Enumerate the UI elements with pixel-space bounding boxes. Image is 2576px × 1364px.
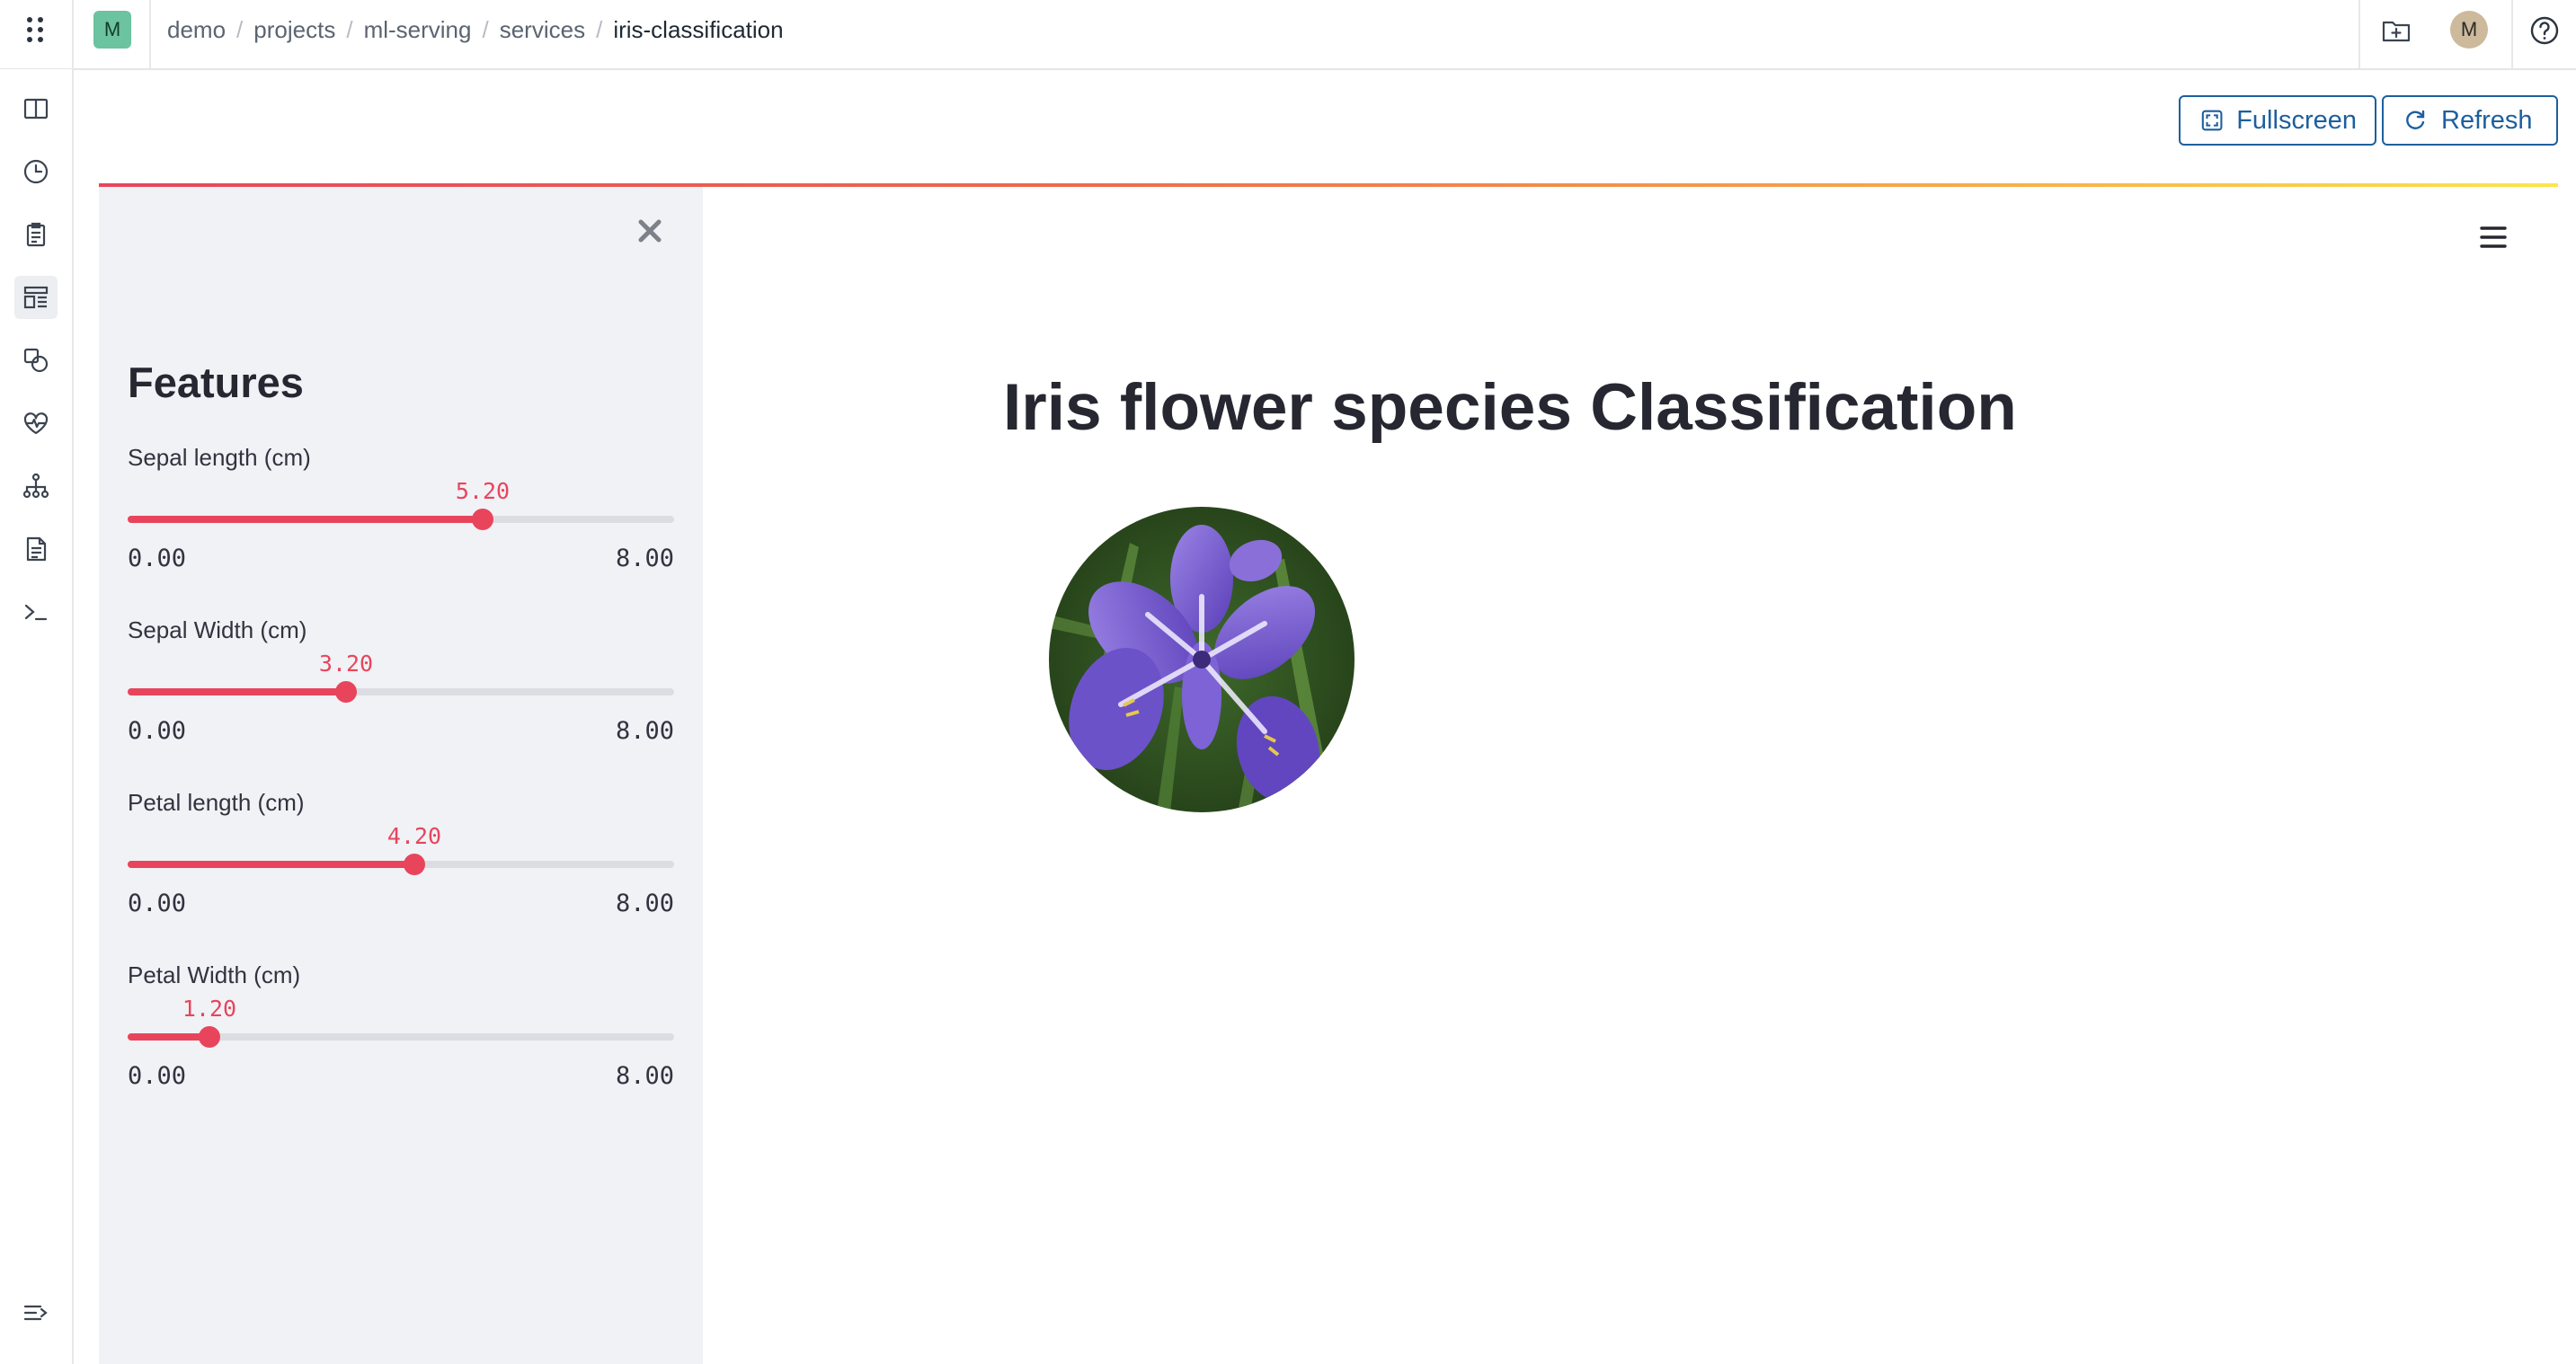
nav-dashboard[interactable] — [14, 276, 58, 319]
slider-fill — [128, 688, 346, 695]
app-frame: Features Sepal length (cm) 5.20 0.00 8.0… — [99, 183, 2558, 1364]
terminal-icon — [24, 604, 48, 621]
top-bar: M demo / projects / ml-serving / service… — [0, 0, 2576, 70]
help-button[interactable] — [2528, 14, 2561, 47]
petal-width-slider: Petal Width (cm) 1.20 0.00 8.00 — [128, 961, 674, 1105]
new-folder-button[interactable] — [2380, 14, 2412, 47]
nav-panel[interactable] — [14, 87, 58, 130]
slider-thumb[interactable] — [335, 681, 357, 703]
apps-menu-button[interactable] — [18, 13, 52, 47]
divider — [2511, 0, 2513, 68]
breadcrumb-link[interactable]: demo — [167, 16, 226, 44]
refresh-icon — [2406, 110, 2425, 129]
breadcrumb-separator: / — [236, 15, 244, 43]
heart-monitor-icon — [23, 412, 49, 435]
breadcrumb-current: iris-classification — [613, 15, 784, 43]
shapes-icon — [23, 348, 49, 373]
slider-value: 1.20 — [182, 996, 237, 1022]
slider-label: Sepal Width (cm) — [128, 616, 307, 643]
slider-label: Petal Width (cm) — [128, 961, 301, 988]
nav-datasets[interactable] — [14, 339, 58, 382]
fullscreen-label: Fullscreen — [2236, 105, 2357, 135]
slider-thumb[interactable] — [199, 1026, 220, 1048]
slider-max: 8.00 — [615, 545, 674, 572]
breadcrumb-separator: / — [482, 15, 489, 43]
slider-value: 4.20 — [386, 823, 442, 849]
breadcrumb-separator: / — [346, 15, 353, 43]
breadcrumb-separator: / — [596, 15, 603, 43]
slider-thumb[interactable] — [404, 854, 425, 875]
nav-pipelines[interactable] — [14, 465, 58, 508]
refresh-button[interactable]: Refresh — [2382, 95, 2558, 146]
slider-fill — [128, 861, 414, 868]
document-icon — [26, 536, 47, 562]
panel-icon — [23, 98, 49, 120]
grid-dots-icon — [27, 17, 43, 42]
features-sidebar: Features Sepal length (cm) 5.20 0.00 8.0… — [99, 187, 703, 1364]
left-nav-rail — [0, 69, 74, 1364]
divider — [2358, 0, 2360, 68]
divider — [149, 0, 151, 68]
nav-monitoring[interactable] — [14, 402, 58, 445]
page-title: Iris flower species Classification — [1003, 371, 2017, 444]
divider — [72, 0, 74, 68]
nav-terminal[interactable] — [14, 590, 58, 633]
hierarchy-icon — [22, 473, 49, 499]
fullscreen-button[interactable]: Fullscreen — [2179, 95, 2376, 146]
nav-reports[interactable] — [14, 527, 58, 571]
sidebar-title: Features — [128, 359, 304, 406]
slider-min: 0.00 — [128, 1062, 187, 1090]
slider-label: Petal length (cm) — [128, 789, 305, 816]
dashboard-icon — [23, 286, 49, 309]
breadcrumb-link[interactable]: projects — [253, 16, 335, 44]
breadcrumb-link[interactable]: ml-serving — [364, 16, 472, 44]
user-avatar[interactable]: M — [2450, 11, 2488, 49]
app-menu-button[interactable] — [2474, 217, 2513, 257]
clock-icon — [23, 159, 49, 184]
breadcrumb-link[interactable]: services — [500, 16, 585, 44]
slider-thumb[interactable] — [472, 509, 493, 530]
sepal-length-slider: Sepal length (cm) 5.20 0.00 8.00 — [128, 444, 674, 588]
expand-sidebar-button[interactable] — [14, 1291, 58, 1334]
expand-menu-icon — [23, 1305, 48, 1321]
slider-value: 5.20 — [455, 478, 511, 504]
folder-add-icon — [2382, 21, 2411, 42]
slider-fill — [128, 516, 483, 523]
project-avatar[interactable]: M — [93, 11, 131, 49]
sidebar-close-button[interactable] — [633, 214, 667, 248]
slider-max: 8.00 — [615, 890, 674, 917]
slider-fill — [128, 1033, 209, 1041]
slider-label: Sepal length (cm) — [128, 444, 311, 471]
slider-max: 8.00 — [615, 1062, 674, 1090]
nav-tasks[interactable] — [14, 213, 58, 256]
clipboard-icon — [26, 222, 46, 247]
nav-history[interactable] — [14, 150, 58, 193]
refresh-label: Refresh — [2441, 105, 2533, 135]
close-icon — [638, 219, 662, 243]
slider-min: 0.00 — [128, 545, 187, 572]
iris-flower-image — [1049, 507, 1355, 812]
sepal-width-slider: Sepal Width (cm) 3.20 0.00 8.00 — [128, 616, 674, 760]
slider-min: 0.00 — [128, 890, 187, 917]
fullscreen-icon — [2201, 110, 2223, 131]
petal-length-slider: Petal length (cm) 4.20 0.00 8.00 — [128, 789, 674, 933]
slider-value: 3.20 — [318, 651, 374, 677]
help-circle-icon — [2530, 16, 2559, 45]
slider-min: 0.00 — [128, 717, 187, 745]
hamburger-menu-icon — [2480, 226, 2507, 248]
slider-max: 8.00 — [615, 717, 674, 745]
breadcrumb: demo / projects / ml-serving / services … — [167, 14, 784, 45]
